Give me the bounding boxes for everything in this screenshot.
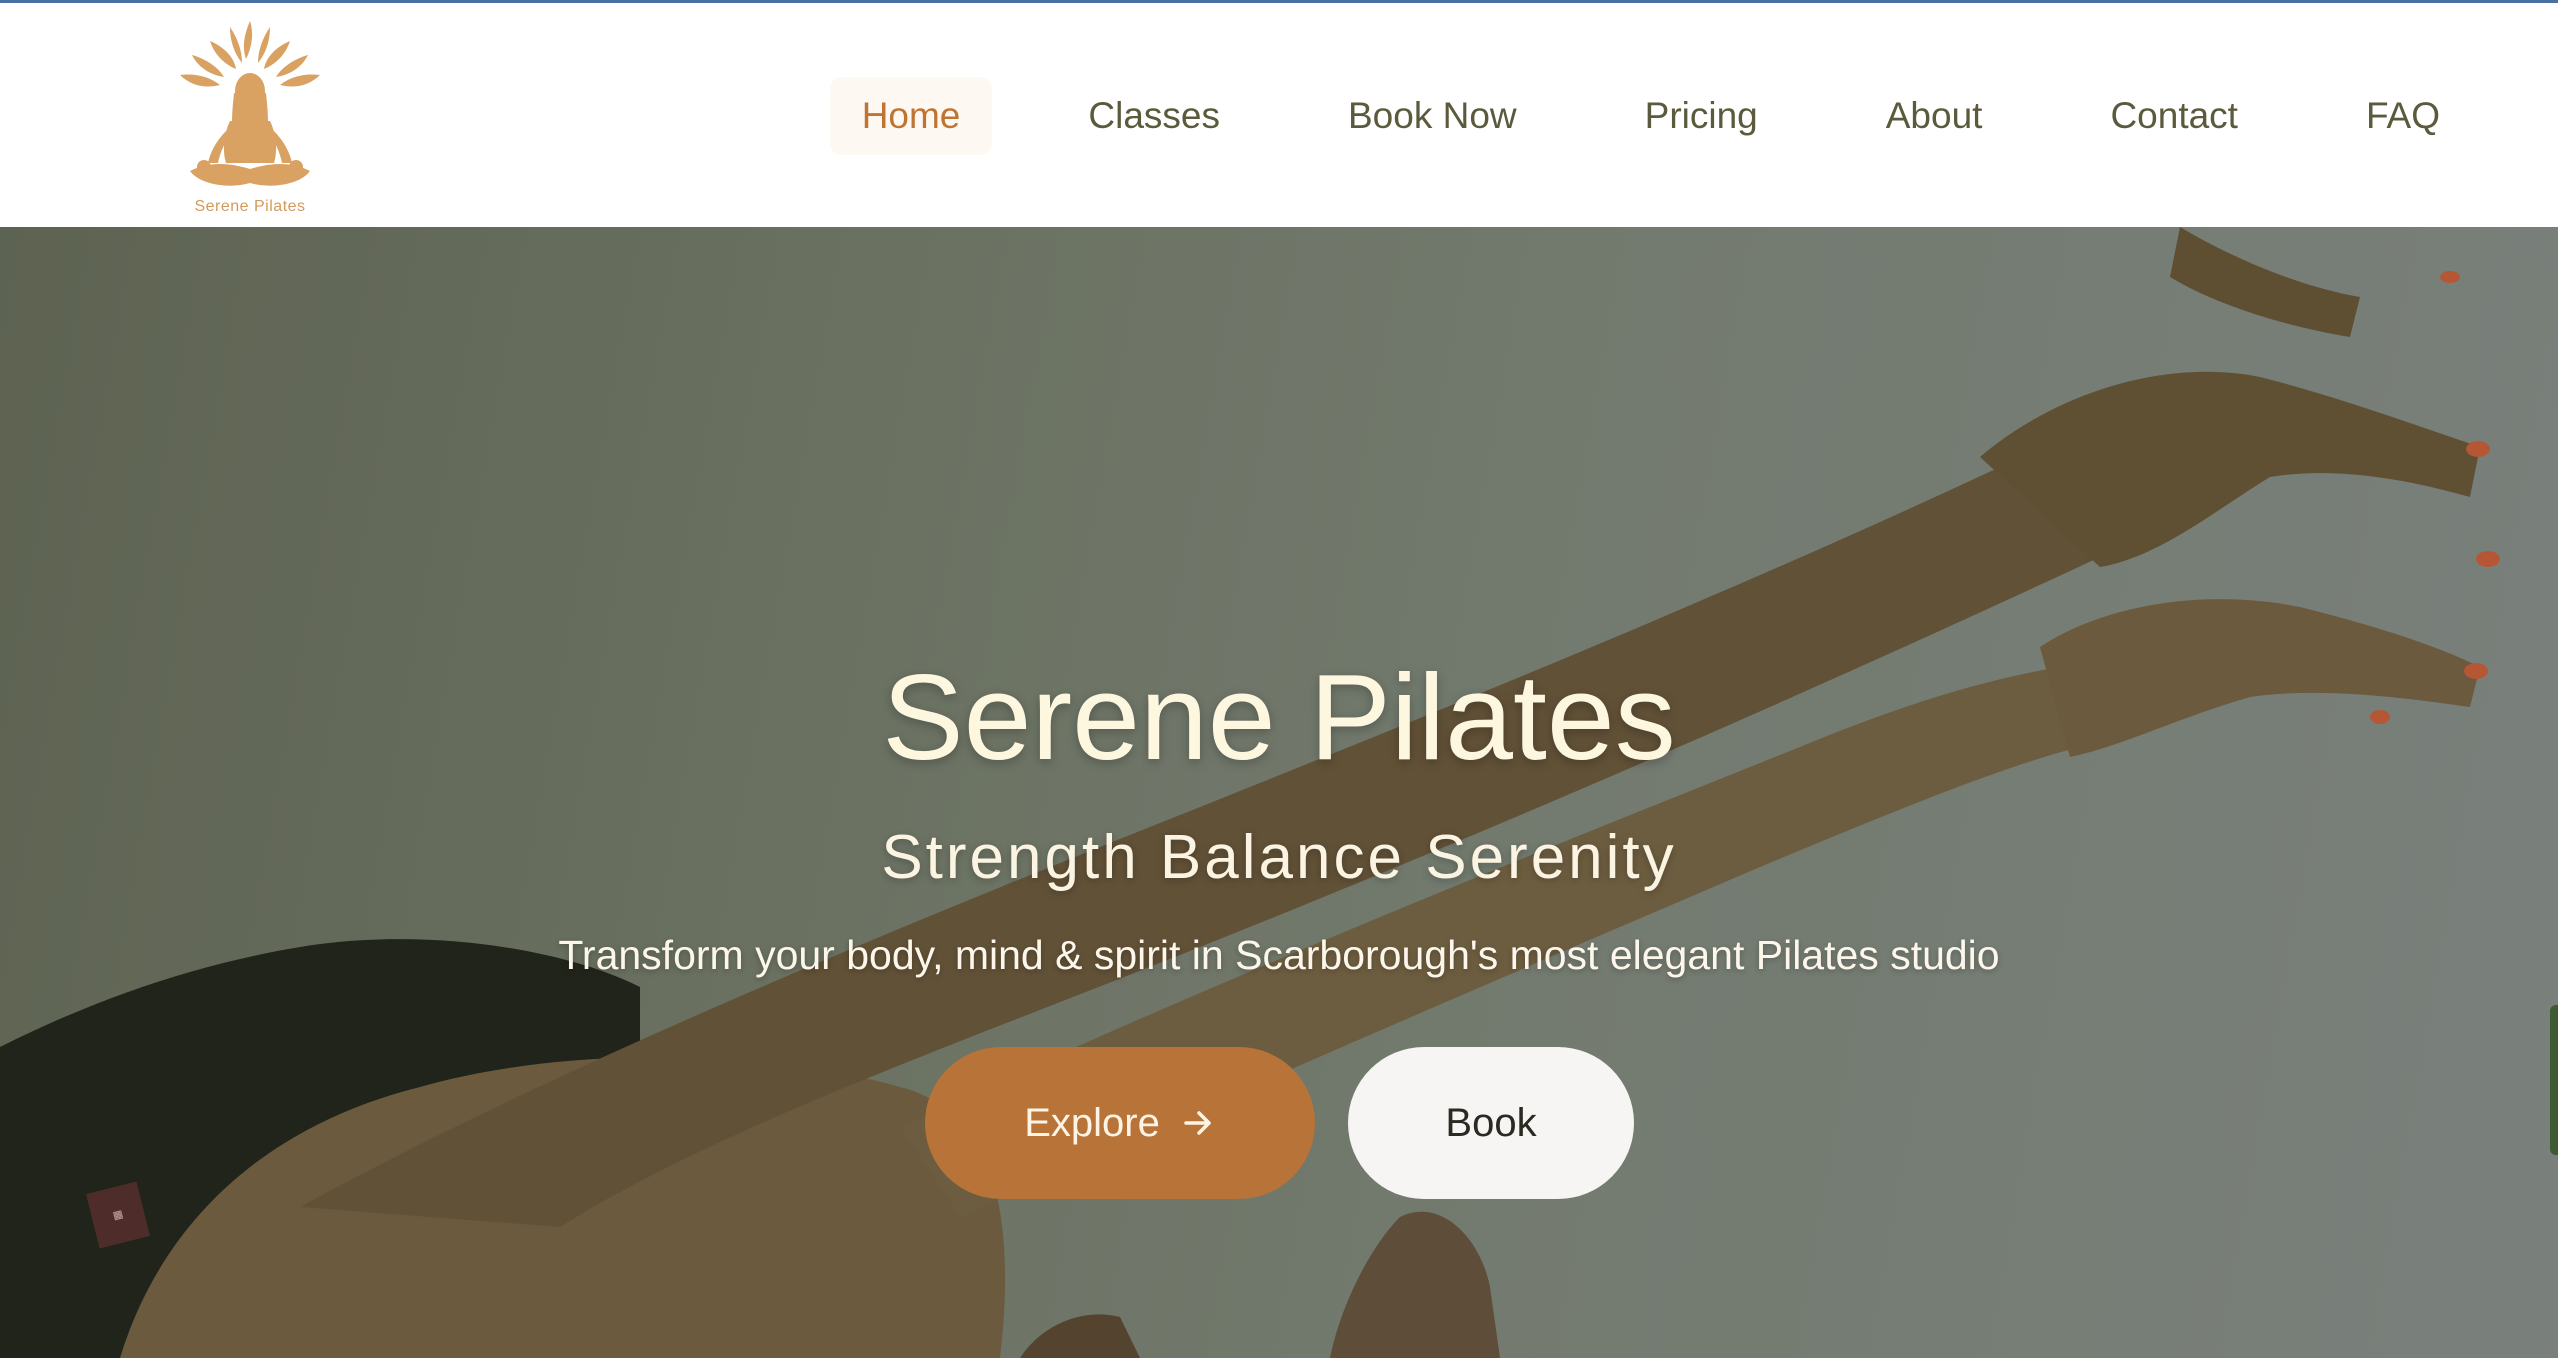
arrow-right-icon: [1180, 1105, 1216, 1141]
logo-wordmark: Serene Pilates: [194, 198, 306, 215]
nav-classes[interactable]: Classes: [1056, 77, 1252, 155]
site-header: Serene Pilates Home Classes Book Now Pri…: [0, 3, 2558, 227]
book-button[interactable]: Book: [1348, 1047, 1634, 1199]
nav-book-now[interactable]: Book Now: [1316, 77, 1549, 155]
meditating-figure-sun-icon: [180, 21, 320, 186]
nav-faq[interactable]: FAQ: [2334, 77, 2472, 155]
nav-contact[interactable]: Contact: [2078, 77, 2270, 155]
explore-button[interactable]: Explore: [925, 1047, 1315, 1199]
nav-pricing[interactable]: Pricing: [1613, 77, 1790, 155]
site-logo[interactable]: Serene Pilates: [160, 13, 340, 218]
main-navigation: Home Classes Book Now Pricing About Cont…: [829, 71, 2472, 161]
hero-tagline: Transform your body, mind & spirit in Sc…: [558, 932, 2000, 978]
hero-section: ▦ Serene Pilates Strength Balance Sereni…: [0, 227, 2558, 1358]
hero-content: Serene Pilates Strength Balance Serenity…: [0, 227, 2558, 1358]
hero-subtitle: Strength Balance Serenity: [881, 823, 1677, 892]
nav-about[interactable]: About: [1854, 77, 2015, 155]
nav-home[interactable]: Home: [829, 77, 993, 155]
hero-title: Serene Pilates: [882, 649, 1676, 785]
explore-button-label: Explore: [1024, 1100, 1160, 1145]
